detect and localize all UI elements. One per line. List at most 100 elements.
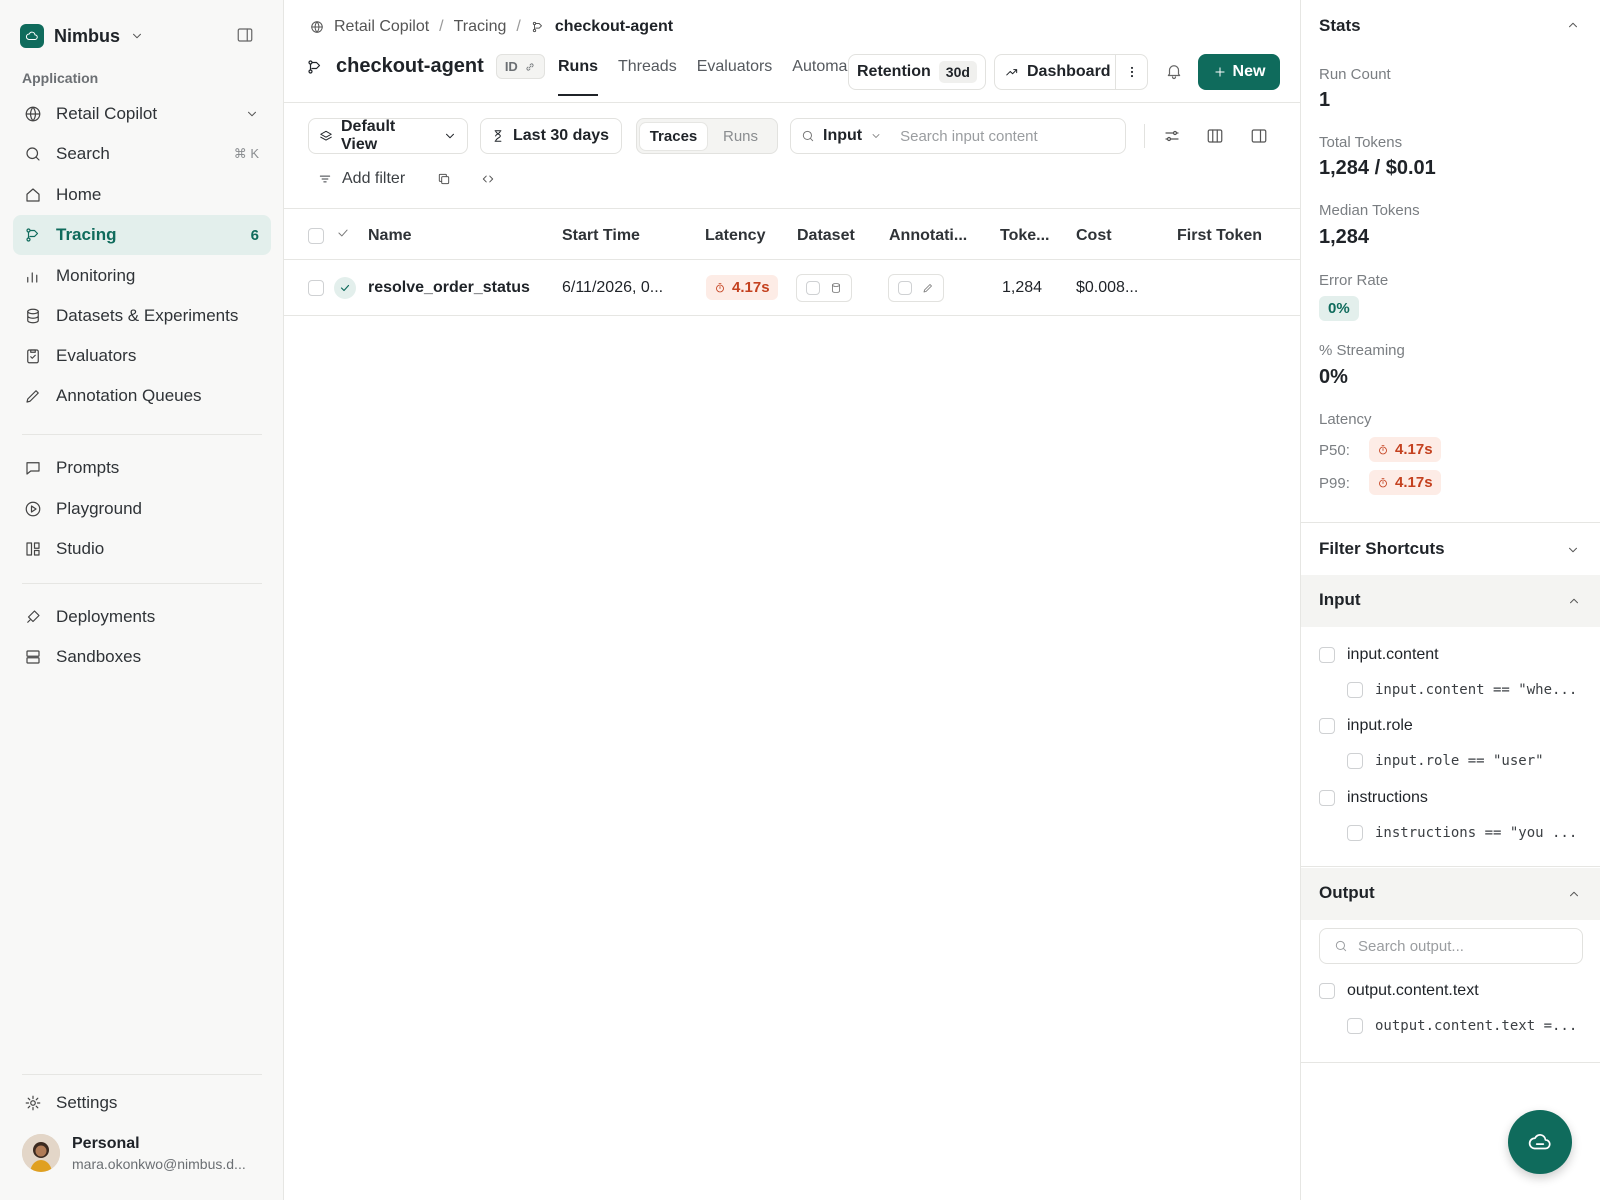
sidebar-item-settings[interactable]: Settings bbox=[13, 1083, 271, 1123]
column-cost[interactable]: Cost bbox=[1076, 227, 1112, 245]
workspace-switcher[interactable]: Nimbus bbox=[20, 24, 144, 48]
sidebar-item-studio[interactable]: Studio bbox=[13, 529, 271, 569]
sliders-icon[interactable] bbox=[1163, 127, 1181, 145]
columns-icon[interactable] bbox=[1206, 127, 1224, 145]
side-panel-icon[interactable] bbox=[1250, 127, 1268, 145]
sidebar-item-annotation-queues[interactable]: Annotation Queues bbox=[13, 376, 271, 416]
sidebar-item-prompts[interactable]: Prompts bbox=[13, 448, 271, 488]
chevron-down-icon[interactable] bbox=[1566, 543, 1580, 557]
output-section-header[interactable]: Output bbox=[1301, 868, 1600, 920]
sidebar-item-label: Prompts bbox=[56, 458, 120, 477]
filter-option[interactable]: input.role == "user" bbox=[1347, 753, 1544, 769]
user-menu[interactable]: Personal mara.okonkwo@nimbus.d... bbox=[22, 1134, 246, 1172]
filter-option[interactable]: input.content == "whe... bbox=[1347, 682, 1577, 698]
filter-option[interactable]: output.content.text =... bbox=[1347, 1018, 1577, 1034]
filter-label: output.content.text =... bbox=[1375, 1018, 1578, 1034]
breadcrumb-project[interactable]: Retail Copilot bbox=[334, 18, 429, 36]
tab-threads[interactable]: Threads bbox=[618, 58, 677, 96]
filter-checkbox[interactable] bbox=[1347, 753, 1363, 769]
sidebar-item-deployments[interactable]: Deployments bbox=[13, 597, 271, 637]
dashboard-button[interactable]: Dashboard bbox=[994, 54, 1148, 90]
retention-button[interactable]: Retention 30d bbox=[848, 54, 986, 90]
tab-runs[interactable]: Runs bbox=[558, 58, 598, 96]
input-section-header[interactable]: Input bbox=[1301, 575, 1600, 627]
segment-runs[interactable]: Runs bbox=[707, 123, 774, 150]
add-to-dataset-button[interactable] bbox=[796, 274, 852, 302]
dataset-checkbox[interactable] bbox=[806, 281, 820, 295]
sidebar-item-label: Monitoring bbox=[56, 266, 136, 285]
sidebar-item-playground[interactable]: Playground bbox=[13, 489, 271, 529]
view-selector[interactable]: Default View bbox=[308, 118, 468, 154]
filter-option[interactable]: output.content.text bbox=[1319, 982, 1479, 1000]
new-button[interactable]: New bbox=[1198, 54, 1280, 90]
sidebar-item-sandboxes[interactable]: Sandboxes bbox=[13, 637, 271, 677]
table-row[interactable]: resolve_order_status 6/11/2026, 0... 4.1… bbox=[284, 260, 1300, 316]
sidebar-item-datasets[interactable]: Datasets & Experiments bbox=[13, 296, 271, 336]
sidebar-item-home[interactable]: Home bbox=[13, 175, 271, 215]
trace-icon bbox=[306, 58, 324, 76]
segment-traces[interactable]: Traces bbox=[640, 122, 707, 150]
column-start-time[interactable]: Start Time bbox=[562, 227, 640, 245]
select-all-checkbox[interactable] bbox=[308, 228, 324, 244]
breadcrumb-tracing[interactable]: Tracing bbox=[454, 18, 507, 36]
sidebar-item-label: Playground bbox=[56, 499, 143, 518]
dashboard-label: Dashboard bbox=[1027, 63, 1111, 80]
gear-icon bbox=[24, 1094, 42, 1112]
time-range-selector[interactable]: Last 30 days bbox=[480, 118, 622, 154]
filter-checkbox[interactable] bbox=[1319, 790, 1335, 806]
breadcrumb: Retail Copilot / Tracing / checkout-agen… bbox=[310, 18, 673, 36]
column-latency[interactable]: Latency bbox=[705, 227, 765, 245]
chevron-up-icon[interactable] bbox=[1566, 18, 1580, 32]
search-field-selector[interactable]: Input bbox=[823, 127, 862, 145]
search-input[interactable]: Input Search input content bbox=[790, 118, 1126, 154]
divider bbox=[1301, 522, 1600, 523]
column-name[interactable]: Name bbox=[368, 227, 412, 245]
sidebar: Nimbus Application Retail Copilot Search… bbox=[0, 0, 284, 1200]
output-search-input[interactable]: Search output... bbox=[1319, 928, 1583, 964]
tab-evaluators[interactable]: Evaluators bbox=[697, 58, 773, 96]
copy-icon[interactable] bbox=[437, 172, 451, 186]
sidebar-item-monitoring[interactable]: Monitoring bbox=[13, 256, 271, 296]
column-dataset[interactable]: Dataset bbox=[797, 227, 855, 245]
chevron-down-icon bbox=[130, 29, 144, 43]
filter-checkbox[interactable] bbox=[1319, 718, 1335, 734]
trace-icon bbox=[531, 20, 545, 34]
filter-checkbox[interactable] bbox=[1319, 647, 1335, 663]
p99-badge: 4.17s bbox=[1369, 470, 1441, 495]
chat-icon bbox=[24, 459, 42, 477]
assistant-fab-button[interactable] bbox=[1508, 1110, 1572, 1174]
sidebar-item-search[interactable]: Search ⌘ K bbox=[13, 134, 271, 174]
filter-checkbox[interactable] bbox=[1347, 1018, 1363, 1034]
tab-automations[interactable]: Automa bbox=[792, 58, 848, 96]
row-checkbox[interactable] bbox=[308, 280, 324, 296]
project-selector[interactable]: Retail Copilot bbox=[13, 94, 271, 134]
table-header: Name Start Time Latency Dataset Annotati… bbox=[284, 208, 1300, 260]
column-annotations[interactable]: Annotati... bbox=[889, 227, 967, 245]
column-first-token[interactable]: First Token bbox=[1177, 227, 1262, 245]
filter-checkbox[interactable] bbox=[1347, 682, 1363, 698]
bell-icon[interactable] bbox=[1165, 62, 1183, 80]
filter-checkbox[interactable] bbox=[1347, 825, 1363, 841]
annotate-button[interactable] bbox=[888, 274, 944, 302]
filter-shortcuts-title[interactable]: Filter Shortcuts bbox=[1319, 539, 1445, 559]
more-vertical-icon[interactable] bbox=[1115, 55, 1147, 89]
filter-option[interactable]: input.role bbox=[1319, 717, 1413, 735]
divider bbox=[1144, 124, 1145, 148]
search-icon bbox=[1334, 939, 1348, 953]
code-icon[interactable] bbox=[481, 172, 495, 186]
sidebar-item-evaluators[interactable]: Evaluators bbox=[13, 336, 271, 376]
column-tokens[interactable]: Toke... bbox=[1000, 227, 1050, 245]
search-placeholder: Search input content bbox=[900, 127, 1038, 145]
filter-option[interactable]: input.content bbox=[1319, 646, 1439, 664]
sidebar-item-tracing[interactable]: Tracing 6 bbox=[13, 215, 271, 255]
add-filter-button[interactable]: Add filter bbox=[318, 170, 405, 188]
p50-label: P50: bbox=[1319, 442, 1350, 459]
pencil-icon bbox=[922, 282, 934, 294]
copy-id-button[interactable]: ID bbox=[495, 54, 545, 79]
annotation-checkbox[interactable] bbox=[898, 281, 912, 295]
filter-option[interactable]: instructions bbox=[1319, 789, 1428, 807]
sidebar-toggle-icon[interactable] bbox=[236, 26, 254, 44]
filter-option[interactable]: instructions == "you ... bbox=[1347, 825, 1577, 841]
filter-checkbox[interactable] bbox=[1319, 983, 1335, 999]
run-name[interactable]: resolve_order_status bbox=[368, 279, 530, 297]
